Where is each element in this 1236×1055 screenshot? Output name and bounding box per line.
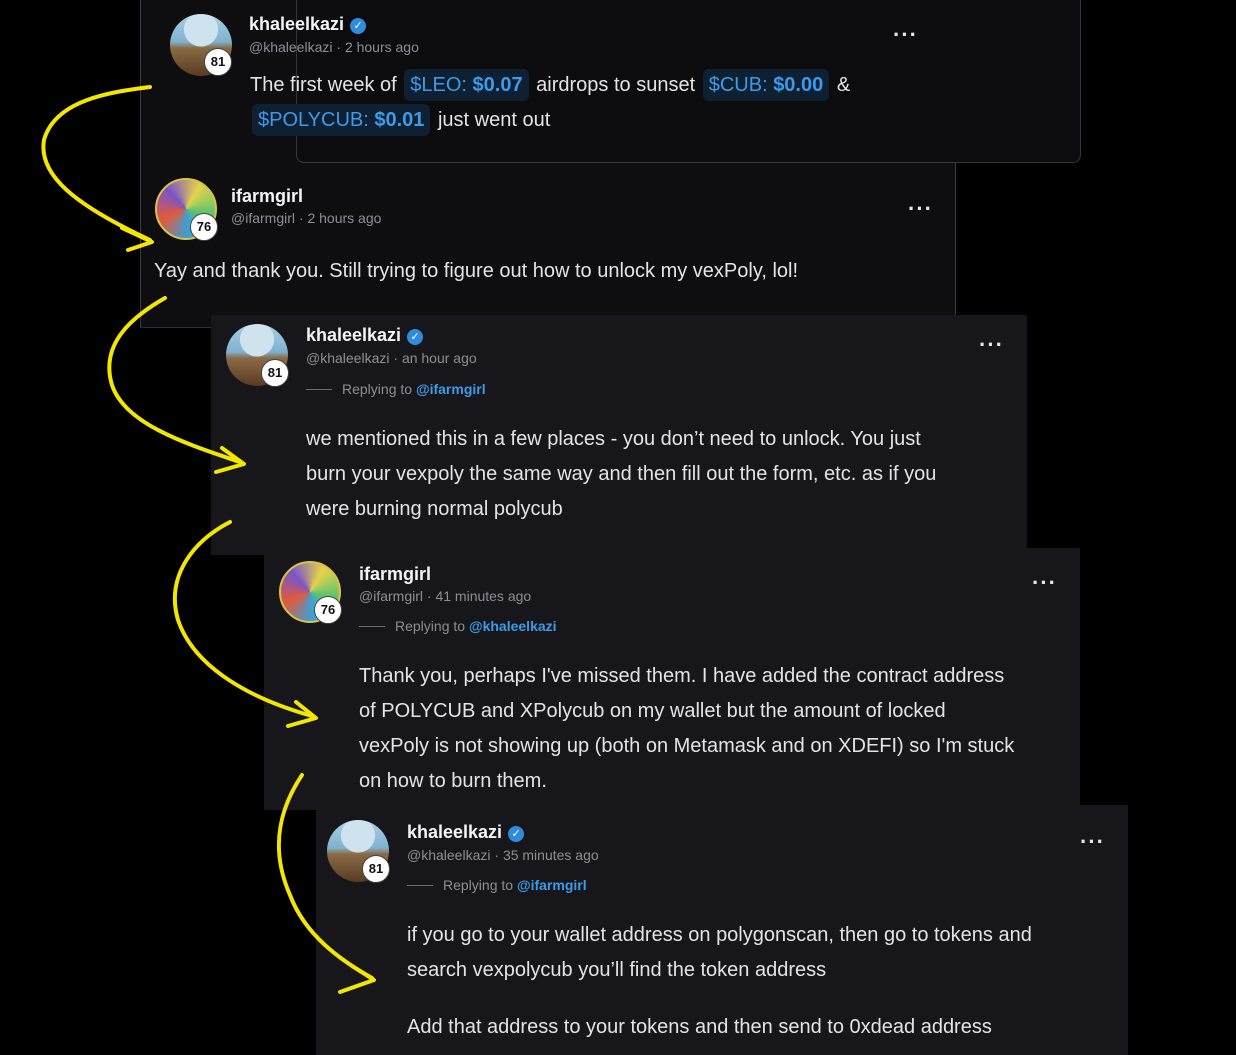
replying-to: Replying to @ifarmgirl	[407, 877, 587, 893]
reputation-badge: 81	[261, 359, 289, 387]
replying-to: Replying to @ifarmgirl	[306, 381, 486, 397]
body-line: search vexpolycub you’ll find the token …	[407, 959, 827, 981]
post-time[interactable]: 35 minutes ago	[503, 847, 599, 863]
user-handle[interactable]: @khaleelkazi	[407, 847, 490, 863]
post-body: Yay and thank you. Still trying to figur…	[154, 260, 799, 282]
verified-icon: ✓	[508, 826, 525, 842]
body-line: on how to burn them.	[359, 770, 547, 792]
body-line: if you go to your wallet address on poly…	[407, 924, 1032, 946]
reputation-badge: 76	[190, 213, 218, 241]
user-handle[interactable]: @ifarmgirl	[359, 588, 423, 604]
body-line: vexPoly is not showing up (both on Metam…	[359, 735, 1015, 757]
post-body: Thank you, perhaps I've missed them. I h…	[359, 659, 1074, 799]
post-text: just went out	[437, 109, 551, 131]
user-handle[interactable]: @khaleelkazi	[306, 350, 389, 366]
post-username[interactable]: ifarmgirl	[231, 186, 303, 207]
replying-label: Replying to	[395, 618, 466, 634]
post-meta: @khaleelkazi · 35 minutes ago	[407, 847, 599, 863]
replying-label: Replying to	[342, 381, 413, 397]
post-time[interactable]: 41 minutes ago	[435, 588, 531, 604]
token-tag-cub[interactable]: $CUB: $0.00	[702, 69, 830, 101]
replying-label: Replying to	[443, 877, 514, 893]
username-text[interactable]: khaleelkazi	[249, 14, 344, 34]
token-symbol: $LEO:	[410, 74, 467, 96]
post-meta: @khaleelkazi · 2 hours ago	[249, 39, 419, 55]
verified-icon: ✓	[407, 329, 424, 345]
post-body-paragraph: Add that address to your tokens and then…	[407, 1016, 992, 1038]
token-symbol: $CUB:	[708, 74, 768, 96]
post-body: we mentioned this in a few places - you …	[306, 422, 1016, 527]
post-meta: @ifarmgirl · 2 hours ago	[231, 210, 382, 226]
token-tag-polycub[interactable]: $POLYCUB: $0.01	[252, 104, 431, 136]
user-handle[interactable]: @ifarmgirl	[231, 210, 295, 226]
token-tag-leo[interactable]: $LEO: $0.07	[404, 69, 529, 101]
post-username[interactable]: ifarmgirl	[359, 564, 431, 585]
token-symbol: $POLYCUB:	[258, 109, 369, 131]
more-options-icon[interactable]: ···	[908, 196, 933, 222]
body-line: were burning normal polycub	[306, 498, 563, 520]
body-line: burn your vexpoly the same way and then …	[306, 463, 937, 485]
replying-handle[interactable]: @ifarmgirl	[517, 877, 587, 893]
post-body: if you go to your wallet address on poly…	[407, 918, 1122, 988]
post-body: The first week of $LEO: $0.07 airdrops t…	[250, 68, 930, 138]
post-text: airdrops to sunset	[536, 74, 696, 96]
body-line: we mentioned this in a few places - you …	[306, 428, 921, 450]
post-username[interactable]: khaleelkazi ✓	[306, 325, 424, 346]
token-price: $0.00	[773, 74, 824, 96]
post-username[interactable]: khaleelkazi ✓	[407, 822, 525, 843]
token-price: $0.07	[472, 74, 523, 96]
more-options-icon[interactable]: ···	[893, 22, 918, 48]
replying-to: Replying to @khaleelkazi	[359, 618, 557, 634]
post-time[interactable]: 2 hours ago	[345, 39, 419, 55]
body-line: of POLYCUB and XPolycub on my wallet but…	[359, 700, 946, 722]
replying-handle[interactable]: @khaleelkazi	[469, 618, 557, 634]
reputation-badge: 81	[362, 855, 390, 883]
post-username[interactable]: khaleelkazi ✓	[249, 14, 367, 35]
username-text[interactable]: khaleelkazi	[306, 325, 401, 345]
post-text: The first week of	[250, 74, 397, 96]
more-options-icon[interactable]: ···	[979, 332, 1004, 358]
token-price: $0.01	[374, 109, 425, 131]
user-handle[interactable]: @khaleelkazi	[249, 39, 332, 55]
reputation-badge: 76	[314, 596, 342, 624]
annotation-arrow-1	[41, 85, 152, 242]
username-text[interactable]: khaleelkazi	[407, 822, 502, 842]
post-time[interactable]: 2 hours ago	[307, 210, 381, 226]
verified-icon: ✓	[350, 18, 367, 34]
post-meta: @khaleelkazi · an hour ago	[306, 350, 477, 366]
more-options-icon[interactable]: ···	[1080, 829, 1105, 855]
post-time[interactable]: an hour ago	[402, 350, 477, 366]
post-text: &	[836, 74, 851, 96]
body-line: Thank you, perhaps I've missed them. I h…	[359, 665, 1005, 687]
reputation-badge: 81	[204, 48, 232, 76]
more-options-icon[interactable]: ···	[1032, 570, 1057, 596]
replying-handle[interactable]: @ifarmgirl	[416, 381, 486, 397]
post-meta: @ifarmgirl · 41 minutes ago	[359, 588, 532, 604]
